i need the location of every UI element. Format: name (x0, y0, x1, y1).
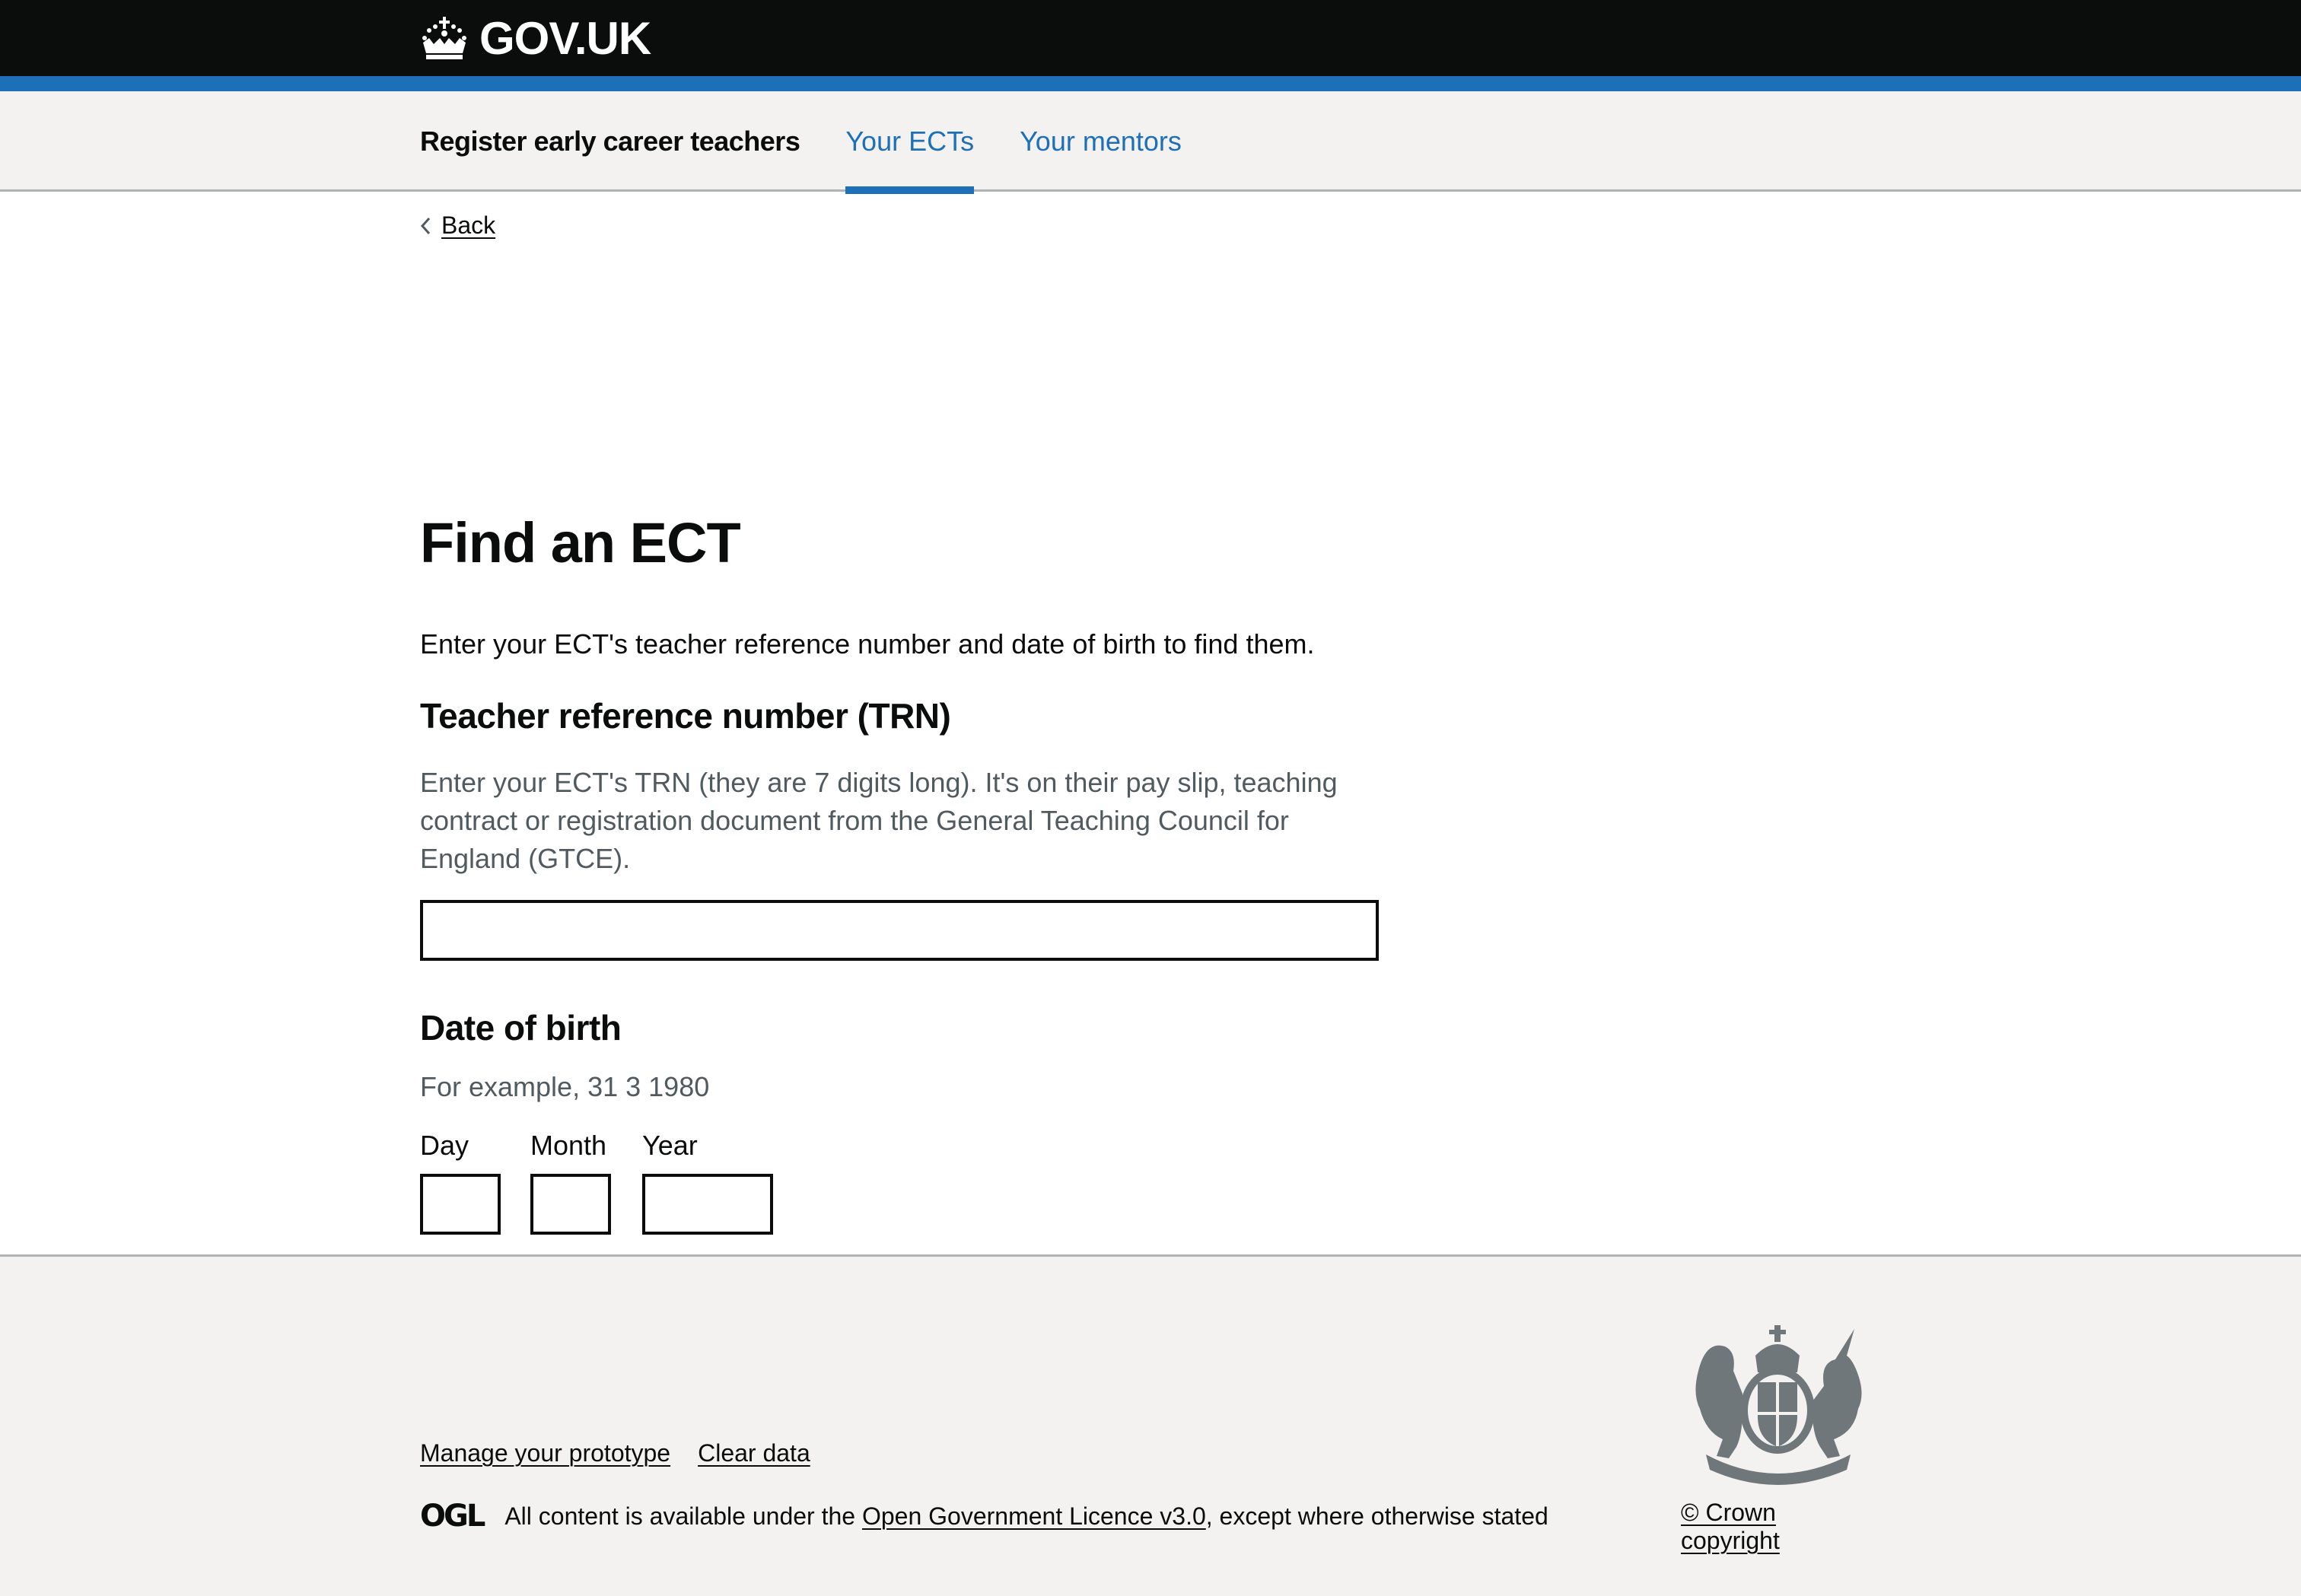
header-blue-bar (0, 76, 2301, 91)
govuk-header: GOV.UK (0, 0, 2301, 76)
chevron-left-icon (420, 217, 431, 234)
dob-month-label: Month (530, 1130, 607, 1161)
dob-year-item: Year (642, 1130, 773, 1235)
dob-month-item: Month (530, 1130, 611, 1235)
nav-link-your-mentors[interactable]: Your mentors (1020, 126, 1182, 157)
dob-hint: For example, 31 3 1980 (420, 1071, 710, 1102)
dob-day-item: Day (420, 1130, 501, 1235)
crown-icon (422, 17, 466, 59)
dob-day-label: Day (420, 1130, 469, 1161)
trn-hint: Enter your ECT's TRN (they are 7 digits … (420, 767, 1338, 874)
licence-link[interactable]: Open Government Licence v3.0 (862, 1502, 1206, 1531)
licence-prefix: All content is available under the (504, 1502, 862, 1530)
govuk-logo-link[interactable]: GOV.UK (420, 12, 651, 65)
intro-text: Enter your ECT's teacher reference numbe… (420, 628, 1315, 660)
footer-links: Manage your prototype Clear data (420, 1439, 810, 1467)
nav-link-your-ects[interactable]: Your ECTs (845, 126, 974, 157)
trn-label: Teacher reference number (TRN) (420, 696, 951, 736)
dob-month-input[interactable] (530, 1174, 611, 1235)
back-link[interactable]: Back (420, 211, 495, 240)
service-navigation: Register early career teachers Your ECTs… (0, 91, 2301, 194)
page-title: Find an ECT (420, 511, 741, 574)
dob-year-input[interactable] (642, 1174, 773, 1235)
licence-statement: OGL All content is available under the O… (420, 1499, 1548, 1534)
nav-item-your-ects[interactable]: Your ECTs (845, 91, 974, 194)
crown-copyright-link[interactable]: © Crown copyright (1681, 1499, 1780, 1554)
ogl-logo-icon: OGL (420, 1499, 485, 1534)
crown-copyright: © Crown copyright (1681, 1499, 1881, 1555)
nav-item-your-mentors[interactable]: Your mentors (1020, 91, 1182, 192)
footer: Manage your prototype Clear data OGL All… (0, 1254, 2301, 1596)
manage-prototype-link[interactable]: Manage your prototype (420, 1439, 670, 1467)
service-name: Register early career teachers (420, 126, 800, 157)
dob-year-label: Year (642, 1130, 698, 1161)
clear-data-link[interactable]: Clear data (698, 1439, 810, 1467)
trn-input[interactable] (420, 900, 1379, 961)
royal-coat-of-arms-icon (1695, 1325, 1862, 1485)
main-content: Back Find an ECT Enter your ECT's teache… (0, 192, 2301, 1342)
dob-day-input[interactable] (420, 1174, 501, 1235)
govuk-logo-text: GOV.UK (479, 12, 651, 64)
licence-suffix: , except where otherwise stated (1205, 1502, 1548, 1530)
dob-legend: Date of birth (420, 1008, 622, 1048)
back-link-text[interactable]: Back (441, 211, 495, 240)
